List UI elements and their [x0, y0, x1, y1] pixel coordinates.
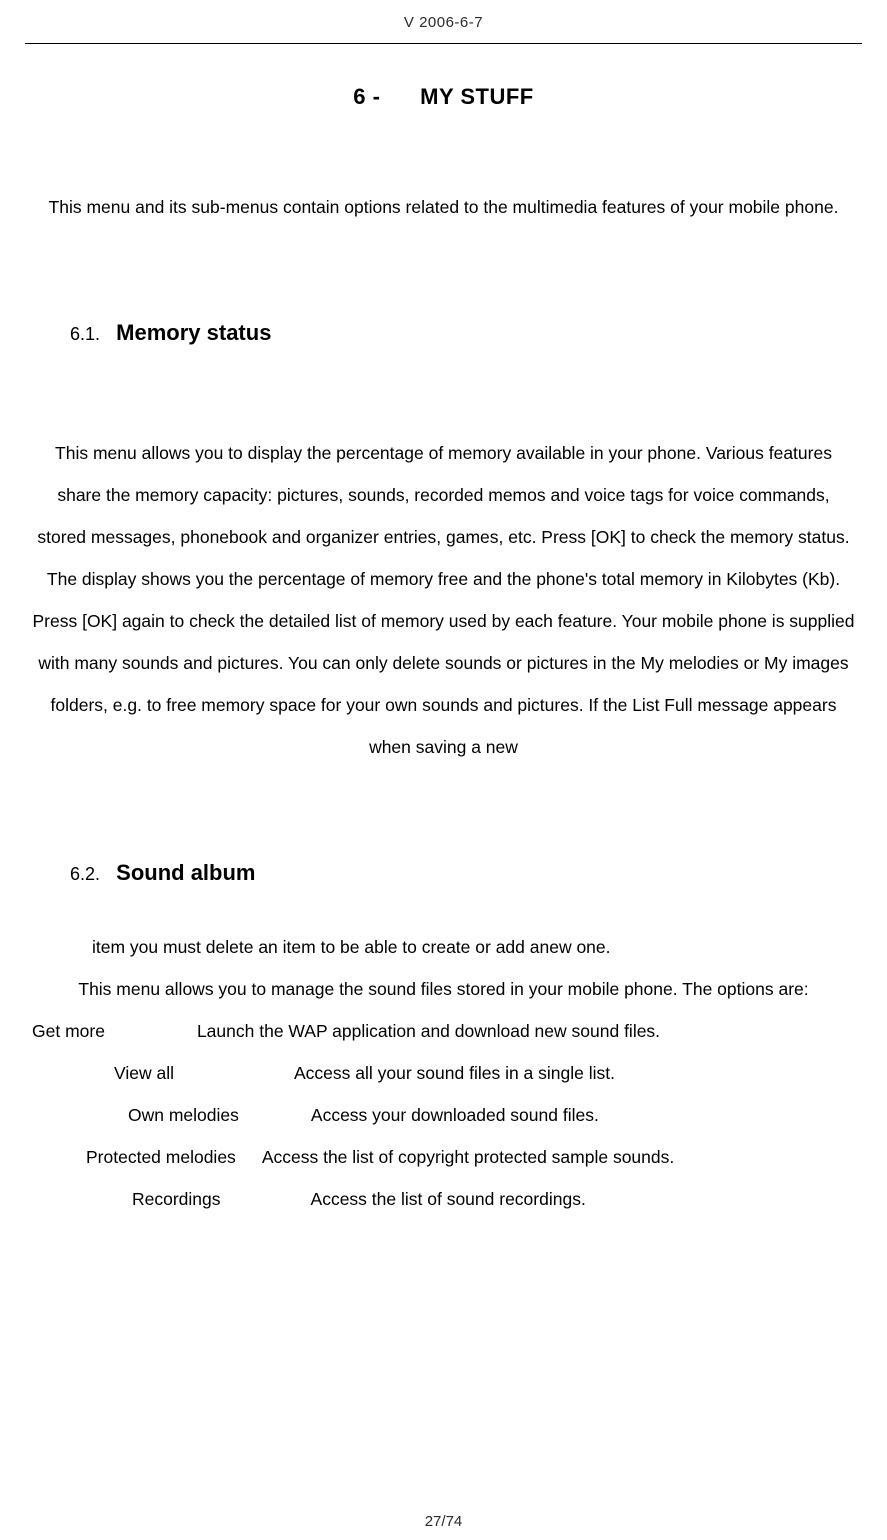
section-body-sound: item you must delete an item to be able … [32, 926, 855, 1010]
option-recordings: Recordings Access the list of sound reco… [132, 1178, 855, 1220]
option-protected-melodies: Protected melodies Access the list of co… [86, 1136, 855, 1178]
header-rule [25, 43, 862, 44]
option-view-all: View all Access all your sound files in … [114, 1052, 855, 1094]
page-content: 6 - MY STUFF This menu and its sub-menus… [0, 84, 887, 1220]
section-number: 6.2. [70, 864, 100, 884]
option-own-melodies: Own melodies Access your downloaded soun… [128, 1094, 855, 1136]
chapter-intro: This menu and its sub-menus contain opti… [32, 186, 855, 228]
header-version: V 2006-6-7 [0, 0, 887, 43]
section-body-memory: This menu allows you to display the perc… [32, 432, 855, 768]
section-heading-memory: 6.1. Memory status [70, 320, 855, 346]
option-get-more: Get more Launch the WAP application and … [32, 1010, 855, 1052]
option-desc: Access the list of sound recordings. [311, 1178, 586, 1220]
chapter-title: 6 - MY STUFF [32, 84, 855, 110]
chapter-number: 6 - [353, 84, 380, 109]
chapter-name: MY STUFF [420, 84, 534, 109]
option-name: Recordings [132, 1178, 221, 1220]
section-title: Memory status [116, 320, 271, 345]
option-name: Own melodies [128, 1094, 239, 1136]
option-name: Get more [32, 1010, 105, 1052]
continued-sentence: item you must delete an item to be able … [92, 926, 855, 968]
section-heading-sound: 6.2. Sound album [70, 860, 855, 886]
section-title: Sound album [116, 860, 255, 885]
sound-intro: This menu allows you to manage the sound… [32, 968, 855, 1010]
option-desc: Access the list of copyright protected s… [262, 1136, 674, 1178]
option-desc: Access all your sound files in a single … [294, 1052, 615, 1094]
section-number: 6.1. [70, 324, 100, 344]
option-desc: Access your downloaded sound files. [311, 1094, 599, 1136]
page-number: 27/74 [0, 1513, 887, 1530]
option-desc: Launch the WAP application and download … [197, 1010, 660, 1052]
options-list: Get more Launch the WAP application and … [32, 1010, 855, 1220]
option-name: View all [114, 1052, 174, 1094]
option-name: Protected melodies [86, 1136, 236, 1178]
